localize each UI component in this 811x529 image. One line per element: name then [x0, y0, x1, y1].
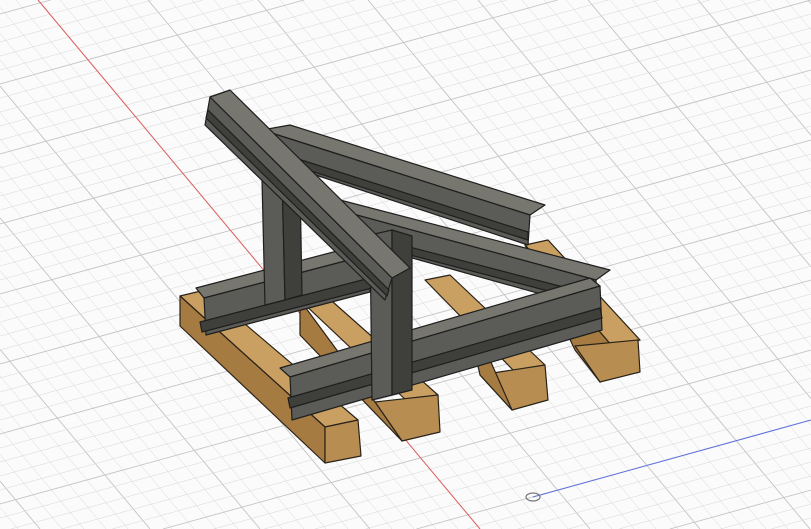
- grid-line: [466, 433, 811, 529]
- grid-line: [0, 401, 107, 529]
- grid-line: [675, 0, 811, 162]
- grid-line: [763, 0, 811, 57]
- grid-line: [0, 0, 153, 43]
- grid-line: [0, 0, 51, 15]
- grid-line: [0, 0, 305, 85]
- grid-line: [697, 0, 811, 136]
- grid-line: [0, 296, 195, 529]
- x-axis-line: [37, 0, 481, 529]
- grid-line: [0, 375, 129, 529]
- grid-line: [0, 428, 85, 529]
- grid-line: [0, 349, 151, 529]
- grid-line: [568, 461, 811, 529]
- grid-line: [741, 0, 811, 83]
- viewport-canvas[interactable]: [0, 0, 811, 529]
- grid-line: [0, 0, 355, 99]
- grid-line: [0, 0, 254, 71]
- grid-line: [0, 0, 203, 57]
- grid-line: [565, 0, 811, 294]
- grid-line: [720, 503, 811, 529]
- 3d-viewport[interactable]: [0, 0, 811, 529]
- grid-line: [0, 507, 19, 529]
- grid-line: [0, 0, 406, 113]
- grid-line: [669, 489, 811, 529]
- grid-line: [0, 0, 102, 29]
